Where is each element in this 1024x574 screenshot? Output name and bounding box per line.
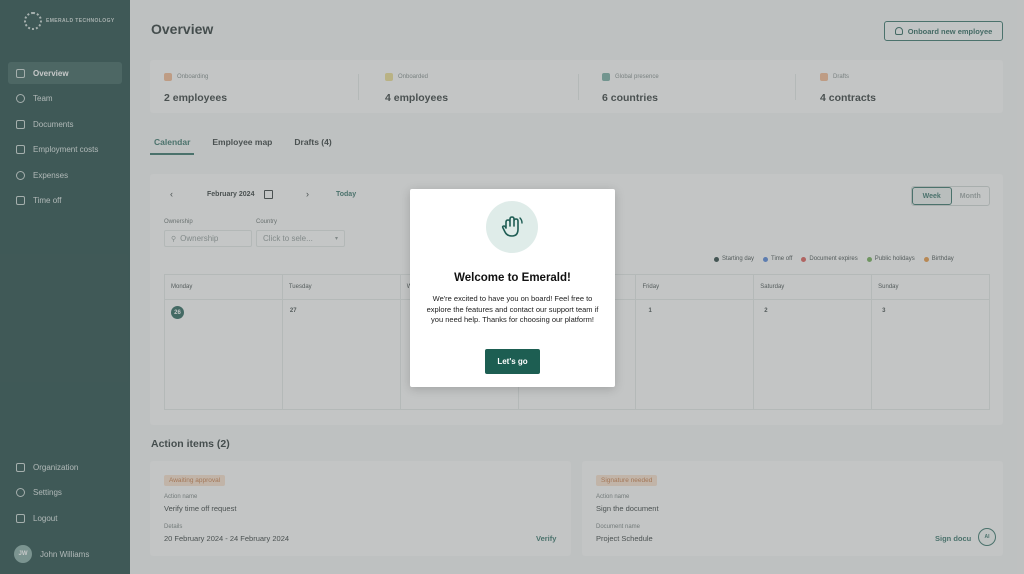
modal-message: We're excited to have you on board! Feel… [426,294,599,324]
welcome-modal: Welcome to Emerald! We're excited to hav… [410,189,615,387]
lets-go-button[interactable]: Let's go [485,349,540,374]
waving-hand-icon [486,201,538,253]
modal-title: Welcome to Emerald! [454,272,571,284]
